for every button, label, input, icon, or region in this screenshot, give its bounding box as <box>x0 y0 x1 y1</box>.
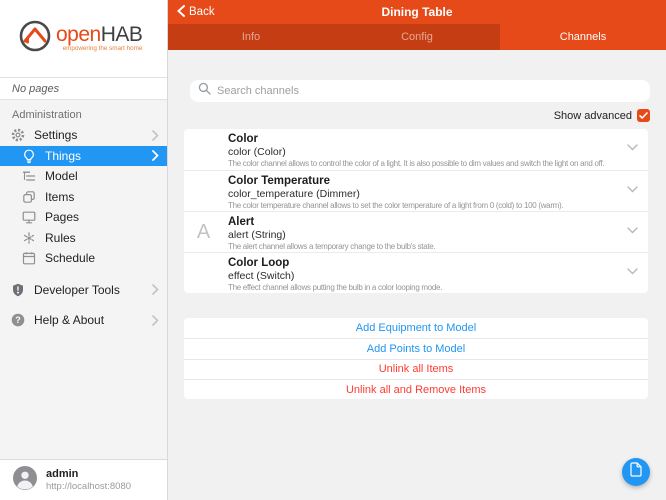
channel-row-color-temperature[interactable]: Color Temperature color_temperature (Dim… <box>184 170 648 211</box>
channel-id: color (Color) <box>228 146 286 159</box>
sidebar-item-label: Schedule <box>45 251 96 266</box>
tab-channels[interactable]: Channels <box>500 24 666 50</box>
model-tree-icon <box>21 168 37 184</box>
sidebar-item-label: Things <box>45 148 82 163</box>
channel-title: Color Loop <box>228 257 290 269</box>
color-wheel-icon <box>190 136 217 163</box>
lightbulb-icon <box>21 148 37 164</box>
sidebar-item-label: Items <box>45 189 75 204</box>
sidebar-item-label: Rules <box>45 230 76 245</box>
chevron-right-icon <box>152 150 159 162</box>
chevron-left-icon <box>177 4 185 20</box>
rules-spark-icon <box>21 230 37 246</box>
brand-tagline: empowering the smart home <box>62 45 143 53</box>
sidebar-item-rules[interactable]: Rules <box>0 228 167 249</box>
tab-config[interactable]: Config <box>334 24 500 50</box>
channel-title: Color Temperature <box>228 175 331 187</box>
channel-row-color-loop[interactable]: Color Loop effect (Switch) The effect ch… <box>184 252 648 293</box>
add-equipment-to-model-button[interactable]: Add Equipment to Model <box>184 318 648 338</box>
sidebar-item-label: Model <box>45 169 78 184</box>
help-question-icon: ? <box>10 312 26 328</box>
chevron-down-icon[interactable] <box>627 180 638 198</box>
no-pages-label: No pages <box>0 77 167 100</box>
letter-a-icon: A <box>196 221 211 243</box>
administration-section-label: Administration <box>12 109 82 121</box>
sidebar-item-settings[interactable]: Settings <box>0 125 167 146</box>
add-points-to-model-button[interactable]: Add Points to Model <box>184 338 648 358</box>
brand-name: openHAB <box>56 23 143 47</box>
sidebar-item-pages[interactable]: Pages <box>0 207 167 228</box>
channel-id: color_temperature (Dimmer) <box>228 188 360 201</box>
page-title: Dining Table <box>381 5 453 19</box>
chevron-right-icon <box>152 284 159 296</box>
user-server-url: http://localhost:8080 <box>46 481 132 492</box>
sidebar-item-schedule[interactable]: Schedule <box>0 248 167 269</box>
document-icon <box>629 462 643 482</box>
avatar <box>13 465 37 495</box>
openhab-logo-icon <box>18 19 52 58</box>
chevron-down-icon[interactable] <box>627 262 638 280</box>
items-copy-icon <box>21 189 37 205</box>
channel-description: The effect channel allows putting the bu… <box>228 282 443 292</box>
action-list: Add Equipment to Model Add Points to Mod… <box>184 318 648 400</box>
color-wheel-icon <box>190 260 217 287</box>
sidebar-item-label: Help & About <box>34 313 105 328</box>
show-advanced-checkbox[interactable] <box>637 109 650 122</box>
search-icon <box>198 82 211 100</box>
back-button[interactable]: Back <box>168 4 215 20</box>
sidebar: openHAB empowering the smart home No pag… <box>0 0 168 500</box>
tab-info[interactable]: Info <box>168 24 334 50</box>
pages-monitor-icon <box>21 209 37 225</box>
channel-id: alert (String) <box>228 229 286 242</box>
unlink-all-and-remove-items-button[interactable]: Unlink all and Remove Items <box>184 378 648 399</box>
schedule-calendar-icon <box>21 250 37 266</box>
sidebar-item-label: Developer Tools <box>34 282 120 297</box>
svg-text:?: ? <box>15 315 21 325</box>
sidebar-item-things[interactable]: Things <box>0 145 167 166</box>
color-wheel-icon <box>190 178 217 205</box>
tabbar: Info Config Channels <box>168 24 666 50</box>
sidebar-nav: Settings Things Model Items Pages Rules … <box>0 125 167 331</box>
navbar: Back Dining Table <box>168 0 666 24</box>
channel-description: The alert channel allows a temporary cha… <box>228 241 436 251</box>
edit-thing-fab[interactable] <box>622 458 650 486</box>
chevron-right-icon <box>152 314 159 326</box>
sidebar-item-developer-tools[interactable]: Developer Tools <box>0 280 167 301</box>
channel-description: The color temperature channel allows to … <box>228 200 564 210</box>
gear-icon <box>10 127 26 143</box>
channels-content: Show advanced Color color (Color) The co… <box>168 50 666 500</box>
unlink-all-items-button[interactable]: Unlink all Items <box>184 358 648 379</box>
show-advanced-row: Show advanced <box>168 109 650 122</box>
openhab-app: openHAB empowering the smart home No pag… <box>0 0 666 500</box>
sidebar-item-label: Pages <box>45 210 80 225</box>
sidebar-item-help-about[interactable]: ? Help & About <box>0 310 167 331</box>
channel-row-alert[interactable]: A Alert alert (String) The alert channel… <box>184 211 648 252</box>
channel-title: Alert <box>228 216 255 228</box>
search-bar <box>190 80 650 102</box>
main-panel: Back Dining Table Info Config Channels S… <box>168 0 666 500</box>
chevron-down-icon[interactable] <box>627 221 638 239</box>
search-input[interactable] <box>217 85 642 97</box>
sidebar-item-items[interactable]: Items <box>0 187 167 208</box>
channel-row-color[interactable]: Color color (Color) The color channel al… <box>184 129 648 170</box>
openhab-logo[interactable]: openHAB empowering the smart home <box>0 0 167 77</box>
sidebar-item-model[interactable]: Model <box>0 166 167 187</box>
channel-id: effect (Switch) <box>228 270 295 283</box>
sidebar-item-label: Settings <box>34 128 78 143</box>
developer-tools-shield-icon <box>10 282 26 298</box>
channel-list: Color color (Color) The color channel al… <box>184 129 648 293</box>
back-label: Back <box>189 6 215 18</box>
chevron-right-icon <box>152 129 159 141</box>
user-name: admin <box>46 468 79 480</box>
channel-title: Color <box>228 133 259 145</box>
chevron-down-icon[interactable] <box>627 138 638 156</box>
user-account[interactable]: admin http://localhost:8080 <box>0 459 167 500</box>
show-advanced-label: Show advanced <box>553 109 632 122</box>
channel-description: The color channel allows to control the … <box>228 158 605 168</box>
